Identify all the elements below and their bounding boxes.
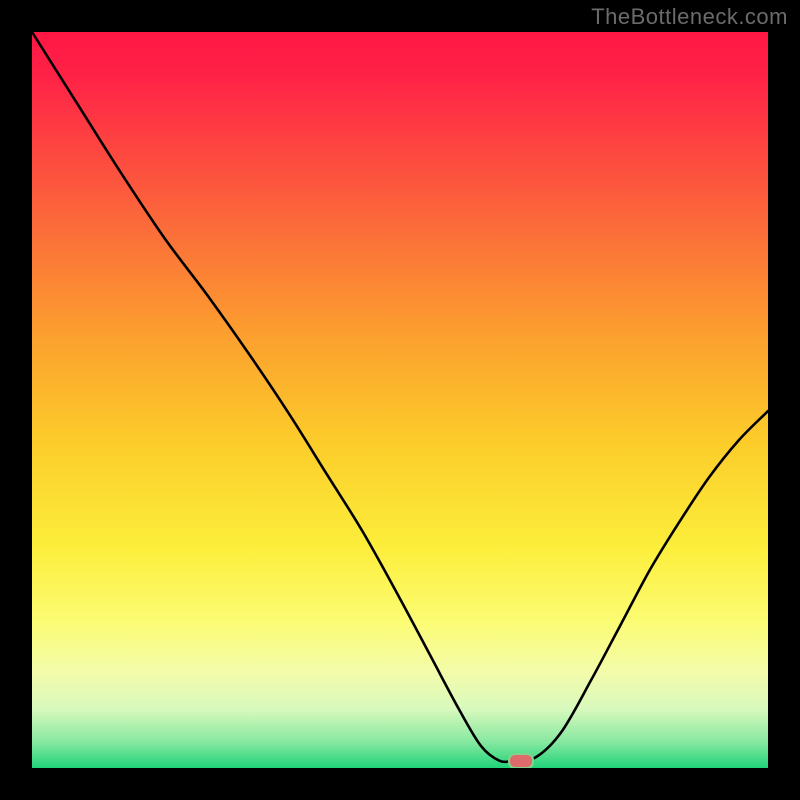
trough-marker <box>508 753 534 768</box>
chart-frame: TheBottleneck.com <box>0 0 800 800</box>
watermark-text: TheBottleneck.com <box>591 4 788 30</box>
curve-line <box>32 32 768 768</box>
plot-area <box>32 32 768 768</box>
